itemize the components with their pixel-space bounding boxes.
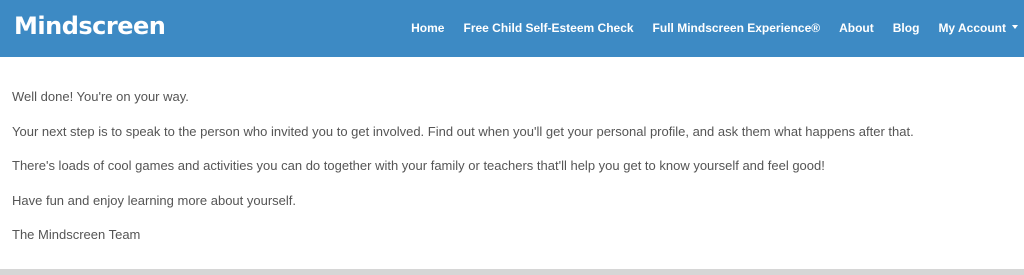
nav-blog-label: Blog (892, 21, 920, 35)
site-header: Mindscreen Home Free Child Self-Esteem C… (0, 0, 1024, 57)
chevron-down-icon (1012, 24, 1018, 29)
paragraph-games-activities: There's loads of cool games and activiti… (12, 158, 825, 173)
nav-home[interactable]: Home (411, 21, 444, 35)
nav-home-label: Home (411, 21, 445, 35)
footer-divider (0, 269, 1024, 275)
nav-free-child-self-esteem-check[interactable]: Free Child Self-Esteem Check (463, 21, 633, 35)
nav-my-account[interactable]: My Account (938, 21, 1018, 35)
nav-full-mindscreen-experience[interactable]: Full Mindscreen Experience® (653, 21, 821, 35)
nav-about-label: About (839, 21, 874, 35)
paragraph-next-step: Your next step is to speak to the person… (12, 123, 914, 139)
paragraph-have-fun: Have fun and enjoy learning more about y… (12, 192, 297, 208)
nav-blog[interactable]: Blog (893, 21, 920, 35)
nav-about[interactable]: About (839, 21, 874, 35)
paragraph-well-done: Well done! You're on your way. (12, 89, 189, 104)
site-logo[interactable]: Mindscreen (14, 11, 166, 41)
signature-team: The Mindscreen Team (12, 227, 141, 242)
main-content: Well done! You're on your way. Your next… (12, 88, 1012, 261)
nav-full-experience-label: Full Mindscreen Experience® (652, 21, 821, 35)
nav-my-account-label: My Account (938, 21, 1006, 35)
main-nav: Home Free Child Self-Esteem Check Full M… (392, 19, 1018, 37)
nav-free-check-label: Free Child Self-Esteem Check (463, 21, 634, 35)
